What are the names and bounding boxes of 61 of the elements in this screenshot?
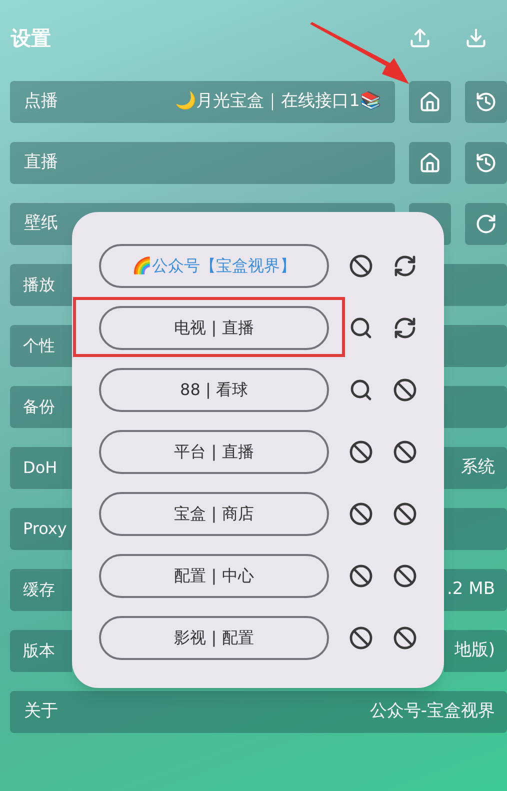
setting-value: .2 MB bbox=[447, 578, 495, 602]
side-button[interactable] bbox=[465, 81, 507, 123]
setting-row[interactable]: 直播 bbox=[10, 142, 395, 184]
setting-row[interactable]: 个性 bbox=[10, 325, 72, 367]
page-title: 设置 bbox=[11, 24, 51, 52]
setting-label: 个性 bbox=[23, 335, 55, 357]
setting-row[interactable]: .2 MB bbox=[444, 569, 507, 611]
source-button[interactable]: 宝盒 | 商店 bbox=[99, 492, 329, 536]
setting-row[interactable]: 地版) bbox=[444, 630, 507, 672]
setting-value: 🌙月光宝盒｜在线接口1📚 bbox=[175, 90, 381, 114]
setting-row[interactable]: 关于 公众号-宝盒视界 bbox=[10, 691, 507, 733]
source-button[interactable]: 🌈公众号【宝盒视界】 bbox=[99, 244, 329, 288]
side-button[interactable] bbox=[409, 142, 451, 184]
setting-row[interactable]: DoH bbox=[10, 447, 72, 489]
side-button[interactable] bbox=[409, 81, 451, 123]
setting-row[interactable]: Proxy bbox=[10, 508, 72, 550]
source-button[interactable]: 平台 | 直播 bbox=[99, 430, 329, 474]
block-icon[interactable] bbox=[393, 440, 417, 464]
sync-icon[interactable] bbox=[393, 254, 417, 278]
setting-value: 系统 bbox=[461, 456, 495, 480]
search-icon[interactable] bbox=[349, 378, 373, 402]
setting-row[interactable]: 系统 bbox=[444, 447, 507, 489]
block-icon[interactable] bbox=[393, 564, 417, 588]
block-icon[interactable] bbox=[393, 378, 417, 402]
history-icon bbox=[475, 152, 497, 174]
side-button[interactable] bbox=[465, 142, 507, 184]
setting-row[interactable]: 版本 bbox=[10, 630, 72, 672]
sync-icon[interactable] bbox=[393, 316, 417, 340]
setting-label: 点播 bbox=[24, 90, 58, 114]
setting-label: 缓存 bbox=[23, 579, 55, 601]
setting-label: 播放 bbox=[23, 274, 55, 296]
setting-label: 备份 bbox=[23, 396, 55, 418]
block-icon[interactable] bbox=[393, 502, 417, 526]
setting-row[interactable]: 点播 🌙月光宝盒｜在线接口1📚 bbox=[10, 81, 395, 123]
block-icon[interactable] bbox=[349, 254, 373, 278]
setting-label: 壁纸 bbox=[24, 212, 58, 236]
setting-row[interactable]: 播放 bbox=[10, 264, 72, 306]
home-icon bbox=[419, 152, 441, 174]
block-icon[interactable] bbox=[349, 564, 373, 588]
source-button[interactable]: 配置 | 中心 bbox=[99, 554, 329, 598]
setting-row[interactable]: 缓存 bbox=[10, 569, 72, 611]
setting-label: DoH bbox=[23, 457, 58, 479]
source-button[interactable]: 88 | 看球 bbox=[99, 368, 329, 412]
setting-label: Proxy bbox=[23, 518, 67, 540]
block-icon[interactable] bbox=[393, 626, 417, 650]
block-icon[interactable] bbox=[349, 626, 373, 650]
setting-label: 版本 bbox=[23, 640, 55, 662]
source-button[interactable]: 影视 | 配置 bbox=[99, 616, 329, 660]
setting-label: 关于 bbox=[24, 700, 58, 724]
history-icon bbox=[475, 91, 497, 113]
block-icon[interactable] bbox=[349, 502, 373, 526]
setting-row[interactable]: 备份 bbox=[10, 386, 72, 428]
setting-label: 直播 bbox=[24, 151, 58, 174]
refresh-icon bbox=[475, 213, 497, 235]
setting-value: 公众号-宝盒视界 bbox=[370, 700, 495, 724]
home-icon bbox=[419, 91, 441, 113]
setting-value: 地版) bbox=[454, 639, 495, 662]
block-icon[interactable] bbox=[349, 440, 373, 464]
source-button[interactable]: 电视 | 直播 bbox=[99, 306, 329, 350]
search-icon[interactable] bbox=[349, 316, 373, 340]
side-button[interactable] bbox=[465, 203, 507, 245]
